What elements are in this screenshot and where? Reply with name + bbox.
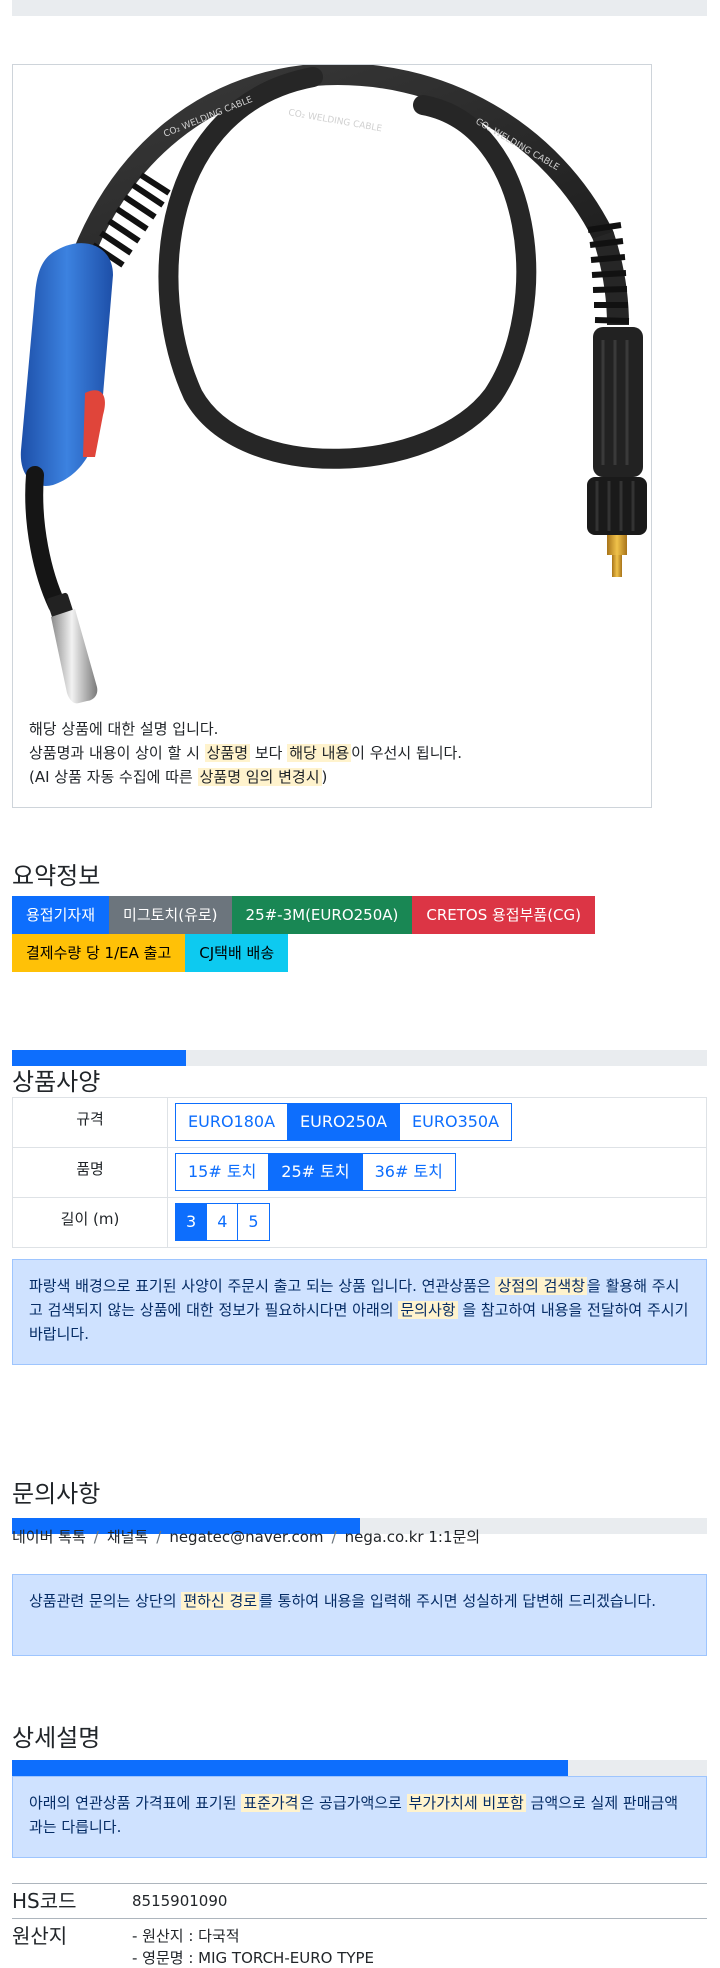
inquiry-link[interactable]: nega.co.kr 1:1문의 <box>345 1528 481 1546</box>
image-description: 해당 상품에 대한 설명 입니다. 상품명과 내용이 상이 할 시 상품명 보다 … <box>29 717 639 789</box>
inquiry-link[interactable]: 네이버 톡톡 <box>12 1528 86 1546</box>
detail-title: 상세설명 <box>12 1724 101 1752</box>
product-image-card: CO₂ WELDING CABLE CO₂ WELDING CABLE CO₂ … <box>12 64 652 808</box>
spec-notice-highlight: 상점의 검색창 <box>495 1277 588 1295</box>
image-description-highlight: 상품명 임의 변경시 <box>197 768 322 786</box>
summary-badge: 결제수량 당 1/EA 출고 <box>12 934 186 972</box>
image-description-highlight: 해당 내용 <box>287 744 352 762</box>
spec-notice: 파랑색 배경으로 표기된 사양이 주문시 출고 되는 상품 입니다. 연관상품은… <box>12 1259 707 1365</box>
image-description-line: 해당 상품에 대한 설명 입니다. <box>29 717 639 741</box>
origin-row: 원산지 - 원산지 : 다국적 - 영문명 : MIG TORCH-EURO TY… <box>12 1918 707 1968</box>
origin-label: 원산지 <box>12 1918 132 1968</box>
origin-line: - 원산지 : 다국적 <box>132 1927 240 1945</box>
image-description-text: (AI 상품 자동 수집에 따른 <box>29 768 198 786</box>
spec-table: 규격 EURO180A EURO250A EURO350A 품명 15# 토치 25# 토치… <box>12 1097 707 1248</box>
spec-row: 품명 15# 토치 25# 토치 36# 토치 <box>12 1147 707 1198</box>
inquiry-notice-text: 상품관련 문의는 상단의 <box>29 1592 182 1610</box>
hs-code-value: 8515901090 <box>132 1883 707 1919</box>
image-description-text: 해당 상품에 대한 설명 입니다. <box>29 720 219 738</box>
spec-row: 규격 EURO180A EURO250A EURO350A <box>12 1097 707 1148</box>
detail-notice: 아래의 연관상품 가격표에 표기된 표준가격 은 공급가액으로 부가가치세 비포함… <box>12 1776 707 1858</box>
link-separator: / <box>156 1528 162 1546</box>
inquiry-notice-highlight: 편하신 경로 <box>181 1592 260 1610</box>
inquiry-link[interactable]: 채널톡 <box>107 1528 148 1546</box>
summary-title: 요약정보 <box>12 862 101 890</box>
inquiry-link[interactable]: negatec@naver.com <box>169 1528 323 1546</box>
spec-option-button[interactable]: 15# 토치 <box>175 1153 270 1191</box>
spec-progress-bar <box>12 1050 707 1066</box>
summary-badge: 미그토치(유로) <box>109 896 232 934</box>
summary-badge: CJ택배 배송 <box>185 934 289 972</box>
spec-option-button[interactable]: 5 <box>237 1203 270 1241</box>
hs-code-label: HS코드 <box>12 1883 132 1919</box>
inquiry-notice-text: 를 통하여 내용을 입력해 주시면 성실하게 답변해 드리겠습니다. <box>259 1592 657 1610</box>
image-description-text: 보다 <box>250 744 288 762</box>
detail-notice-text: 아래의 연관상품 가격표에 표기된 <box>29 1794 242 1812</box>
hs-code-row: HS코드 8515901090 <box>12 1883 707 1919</box>
spec-option-button[interactable]: 3 <box>175 1203 208 1241</box>
inquiry-notice: 상품관련 문의는 상단의 편하신 경로 를 통하여 내용을 입력해 주시면 성실하… <box>12 1574 707 1656</box>
option-button-group: 345 <box>175 1203 270 1241</box>
detail-progress-bar <box>12 1760 707 1776</box>
info-table: HS코드 8515901090 원산지 - 원산지 : 다국적 - 영문명 : M… <box>12 1883 707 1968</box>
spec-row: 길이 (m) 3 4 5 <box>12 1197 707 1248</box>
spec-row-label: 길이 (m) <box>12 1197 168 1248</box>
detail-notice-highlight: 부가가치세 비포함 <box>406 1794 526 1812</box>
spec-option-button[interactable]: 36# 토치 <box>361 1153 456 1191</box>
image-description-text: 상품명과 내용이 상이 할 시 <box>29 744 205 762</box>
spec-option-button[interactable]: EURO250A <box>287 1103 401 1141</box>
mig-torch-image: CO₂ WELDING CABLE CO₂ WELDING CABLE CO₂ … <box>20 65 647 789</box>
top-progress-bar <box>12 0 707 16</box>
spec-row-label: 규격 <box>12 1097 168 1148</box>
spec-row-options: 15# 토치 25# 토치 36# 토치 <box>167 1147 707 1198</box>
spec-row-options: EURO180A EURO250A EURO350A <box>167 1097 707 1148</box>
detail-progress-fill <box>12 1760 568 1776</box>
spec-row-label: 품명 <box>12 1147 168 1198</box>
image-description-line: 상품명과 내용이 상이 할 시 상품명 보다 해당 내용 이 우선시 됩니다. <box>29 741 639 765</box>
summary-badge: CRETOS 용접부품(CG) <box>412 896 596 934</box>
summary-badges: 용접기자재 미그토치(유로) 25#-3M(EURO250A) CRETOS 용접부품… <box>12 896 692 972</box>
origin-values: - 원산지 : 다국적 - 영문명 : MIG TORCH-EURO TYPE <box>132 1918 707 1968</box>
spec-option-button[interactable]: EURO180A <box>175 1103 289 1141</box>
option-button-group: EURO180A EURO250A EURO350A <box>175 1103 513 1141</box>
spec-title: 상품사양 <box>12 1068 101 1096</box>
spec-notice-highlight: 문의사항 <box>398 1301 458 1319</box>
inquiry-links: 네이버 톡톡 / 채널톡 / negatec@naver.com / nega.co.kr … <box>12 1526 480 1547</box>
spec-notice-text: 파랑색 배경으로 표기된 사양이 주문시 출고 되는 상품 입니다. 연관상품은 <box>29 1277 496 1295</box>
spec-option-button[interactable]: 25# 토치 <box>268 1153 363 1191</box>
spec-progress-fill <box>12 1050 186 1066</box>
origin-line: - 영문명 : MIG TORCH-EURO TYPE <box>132 1949 375 1967</box>
summary-badge: 25#-3M(EURO250A) <box>231 896 413 934</box>
link-separator: / <box>331 1528 337 1546</box>
cable-print-2: CO₂ WELDING CABLE <box>287 108 383 134</box>
spec-row-options: 345 <box>167 1197 707 1248</box>
image-description-highlight: 상품명 <box>204 744 251 762</box>
link-separator: / <box>93 1528 99 1546</box>
inquiry-title: 문의사항 <box>12 1480 101 1508</box>
image-description-text: ) <box>321 768 328 786</box>
spec-option-button[interactable]: EURO350A <box>399 1103 513 1141</box>
detail-notice-text: 은 공급가액으로 <box>300 1794 407 1812</box>
image-description-line: (AI 상품 자동 수집에 따른 상품명 임의 변경시) <box>29 765 639 789</box>
option-button-group: 15# 토치 25# 토치 36# 토치 <box>175 1153 456 1191</box>
spec-option-button[interactable]: 4 <box>206 1203 239 1241</box>
image-description-text: 이 우선시 됩니다. <box>351 744 463 762</box>
summary-badge: 용접기자재 <box>12 896 110 934</box>
detail-notice-highlight: 표준가격 <box>241 1794 301 1812</box>
